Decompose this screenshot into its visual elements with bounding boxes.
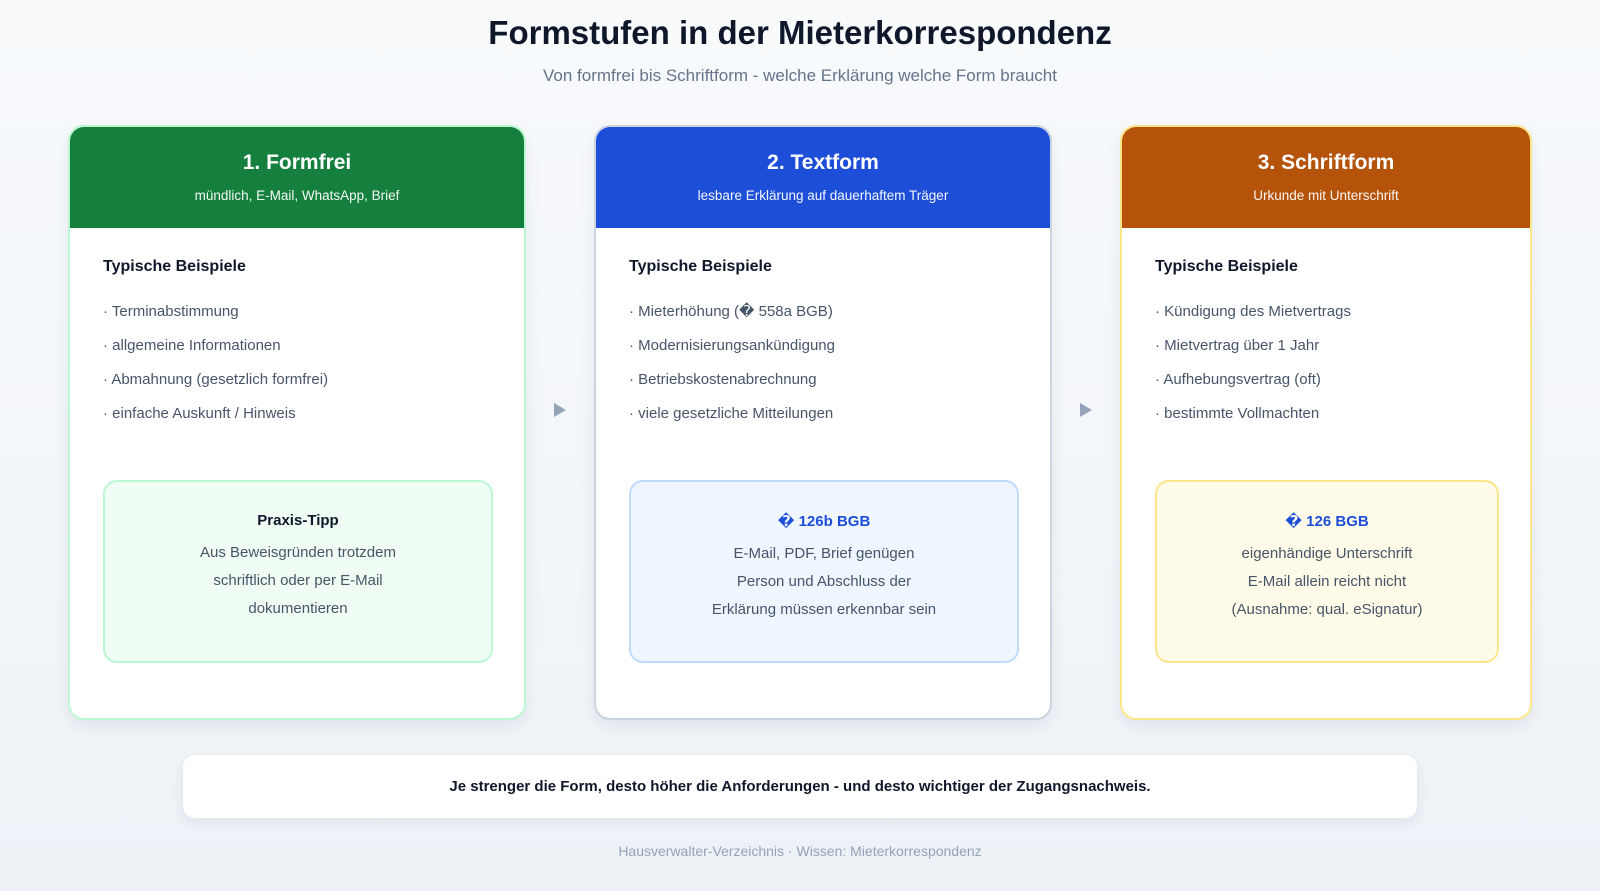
example-list: · Mieterhöhung (� 558a BGB) · Modernisie… [629, 302, 835, 438]
card-subtitle: Urkunde mit Unterschrift [1253, 188, 1399, 203]
list-item: · Modernisierungsankündigung [629, 337, 835, 354]
note-box: Praxis-Tipp Aus Beweisgründen trotzdem s… [103, 480, 493, 663]
note-box: � 126 BGB eigenhändige Unterschrift E-Ma… [1155, 480, 1499, 663]
card-schriftform: 3. Schriftform Urkunde mit Unterschrift … [1120, 125, 1532, 720]
list-item: · Mietvertrag über 1 Jahr [1155, 337, 1320, 354]
page-title: Formstufen in der Mieterkorrespondenz [488, 14, 1112, 51]
list-item: · Abmahnung (gesetzlich formfrei) [103, 371, 329, 388]
list-item: · Mieterhöhung (� 558a BGB) [629, 303, 833, 320]
card-title: 2. Textform [767, 151, 879, 174]
summary-statement: Je strenger die Form, desto höher die An… [183, 755, 1417, 818]
section-title: Typische Beispiele [103, 258, 246, 275]
page-subtitle: Von formfrei bis Schriftform - welche Er… [543, 66, 1057, 85]
triangle-right-icon [1080, 403, 1092, 417]
list-item: · allgemeine Informationen [103, 337, 281, 354]
card-title: 1. Formfrei [242, 151, 352, 174]
note-box: � 126b BGB E-Mail, PDF, Brief genügen Pe… [629, 480, 1019, 663]
card-subtitle: lesbare Erklärung auf dauerhaftem Träger [697, 188, 949, 203]
card-title: 3. Schriftform [1257, 151, 1395, 174]
section-title: Typische Beispiele [629, 258, 772, 275]
triangle-right-icon [554, 403, 566, 417]
list-item: · Betriebskostenabrechnung [629, 371, 817, 388]
note-title: Praxis-Tipp [257, 512, 339, 529]
section-title: Typische Beispiele [1155, 258, 1298, 275]
note-line: dokumentieren [248, 600, 348, 617]
card-textform: 2. Textform lesbare Erklärung auf dauerh… [594, 125, 1052, 720]
note-title: � 126b BGB [777, 513, 871, 530]
note-line: (Ausnahme: qual. eSignatur) [1231, 601, 1423, 618]
list-item: · Kündigung des Mietvertrags [1155, 303, 1351, 320]
credit-text: Hausverwalter-Verzeichnis · Wissen: Miet… [618, 843, 982, 859]
list-item: · bestimmte Vollmachten [1155, 405, 1320, 422]
example-list: · Terminabstimmung · allgemeine Informat… [103, 302, 328, 438]
list-item: · einfache Auskunft / Hinweis [103, 405, 296, 422]
note-title: � 126 BGB [1285, 513, 1369, 530]
note-line: Erklärung müssen erkennbar sein [711, 601, 937, 618]
example-list: · Kündigung des Mietvertrags · Mietvertr… [1155, 302, 1351, 438]
card-formfrei: 1. Formfrei mündlich, E-Mail, WhatsApp, … [68, 125, 526, 720]
card-subtitle: mündlich, E-Mail, WhatsApp, Brief [194, 188, 400, 203]
card-header: 2. Textform lesbare Erklärung auf dauerh… [596, 127, 1050, 228]
list-item: · Aufhebungsvertrag (oft) [1155, 371, 1321, 388]
list-item: · Terminabstimmung [103, 303, 239, 320]
card-header: 3. Schriftform Urkunde mit Unterschrift [1122, 127, 1530, 228]
note-line: E-Mail, PDF, Brief genügen [733, 545, 915, 562]
note-line: E-Mail allein reicht nicht [1247, 573, 1407, 590]
note-line: eigenhändige Unterschrift [1241, 545, 1413, 562]
list-item: · viele gesetzliche Mitteilungen [629, 405, 834, 422]
card-header: 1. Formfrei mündlich, E-Mail, WhatsApp, … [70, 127, 524, 228]
note-line: schriftlich oder per E-Mail [213, 572, 383, 589]
note-line: Aus Beweisgründen trotzdem [200, 544, 396, 561]
note-line: Person und Abschluss der [736, 573, 912, 590]
